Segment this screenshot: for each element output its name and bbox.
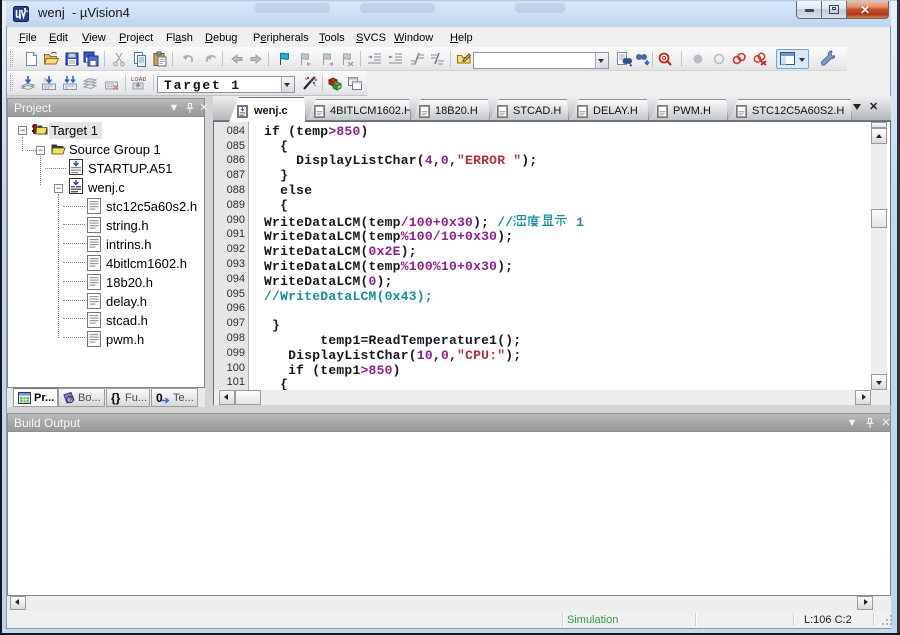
- svg-text:?: ?: [68, 397, 72, 404]
